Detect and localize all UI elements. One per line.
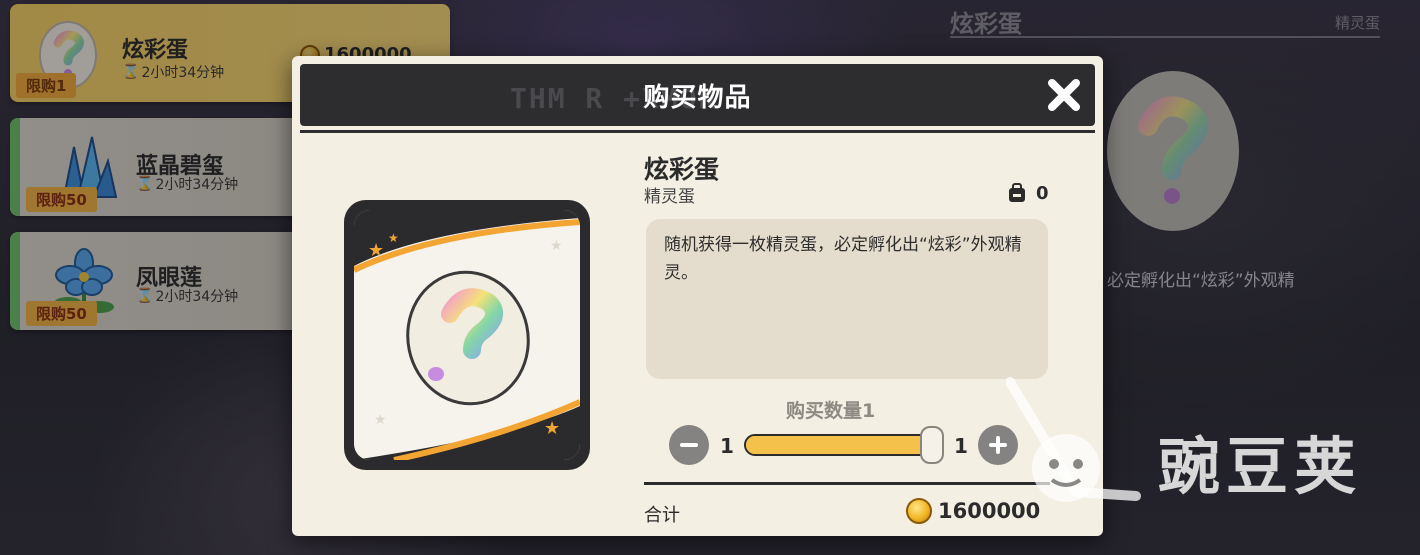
item-type: 精灵蛋 xyxy=(644,187,695,207)
svg-text:★: ★ xyxy=(550,238,563,254)
modal-title: 购买物品 xyxy=(643,82,752,113)
slider-fill xyxy=(746,436,942,454)
watermark-text: 豌豆荚 xyxy=(1158,430,1363,503)
quantity-max: 1 xyxy=(954,434,968,458)
description-box: 随机获得一枚精灵蛋，必定孵化出“炫彩”外观精灵。 xyxy=(646,219,1048,379)
backpack-icon xyxy=(1009,183,1025,202)
close-button[interactable] xyxy=(1043,74,1085,116)
total-label: 合计 xyxy=(644,505,680,526)
modal-header: THM R +XMON 购买物品 xyxy=(300,64,1095,126)
purchase-modal: THM R +XMON 购买物品 ★ ★ ★ ★ ★ 炫彩蛋 精灵蛋 0 随机获… xyxy=(292,56,1103,536)
total-divider xyxy=(644,482,1050,485)
svg-text:★: ★ xyxy=(374,412,387,428)
item-name: 炫彩蛋 xyxy=(644,155,720,184)
coin-icon xyxy=(906,498,932,524)
close-icon xyxy=(1048,79,1080,111)
item-card: ★ ★ ★ ★ ★ xyxy=(344,200,590,470)
slider-handle[interactable] xyxy=(920,426,944,464)
item-description: 随机获得一枚精灵蛋，必定孵化出“炫彩”外观精灵。 xyxy=(664,235,1022,283)
watermark: 豌豆荚 xyxy=(1006,372,1406,522)
owned-count: 0 xyxy=(1006,182,1049,204)
quantity-slider[interactable] xyxy=(744,434,944,456)
decrease-quantity-button[interactable] xyxy=(669,425,709,465)
svg-text:★: ★ xyxy=(544,418,560,439)
rainbow-egg-icon xyxy=(406,270,530,406)
quantity-min: 1 xyxy=(720,434,734,458)
svg-text:★: ★ xyxy=(368,240,384,261)
svg-text:★: ★ xyxy=(388,231,399,245)
watermark-logo-icon xyxy=(1006,377,1141,502)
quantity-label: 购买数量1 xyxy=(786,400,876,422)
header-underline xyxy=(300,130,1095,133)
